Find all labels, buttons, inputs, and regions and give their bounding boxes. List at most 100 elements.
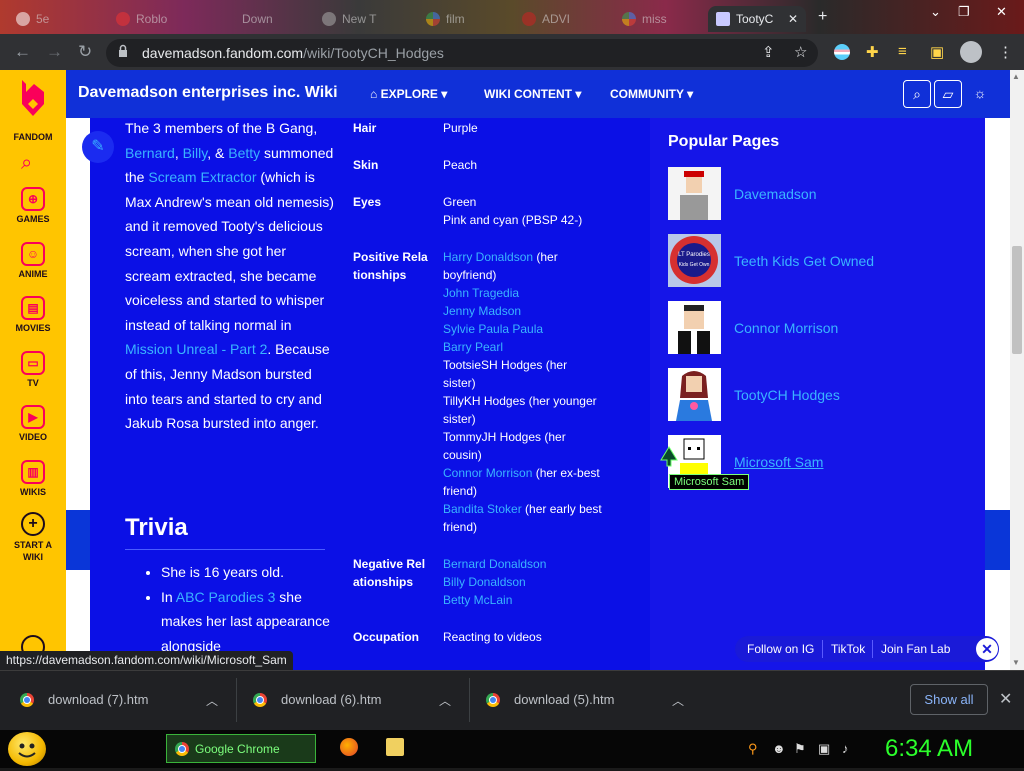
scroll-up-icon[interactable]: ▲ bbox=[1012, 72, 1020, 81]
close-downloads-icon[interactable]: ✕ bbox=[999, 689, 1012, 709]
browser-tab-active[interactable]: TootyC ✕ bbox=[708, 6, 806, 32]
scroll-down-icon[interactable]: ▼ bbox=[1012, 658, 1020, 667]
wiki-link[interactable]: Billy Donaldson bbox=[443, 575, 526, 589]
chevron-up-icon[interactable]: ︿ bbox=[206, 692, 218, 709]
chevron-up-icon[interactable]: ︿ bbox=[439, 692, 451, 709]
popular-page-link[interactable]: Davemadson bbox=[734, 186, 817, 202]
wiki-link[interactable]: Mission Unreal - Part 2 bbox=[125, 341, 267, 357]
close-bar-button[interactable]: ✕ bbox=[976, 638, 998, 660]
wiki-link[interactable]: Bernard Donaldson bbox=[443, 557, 546, 571]
popular-pages-title: Popular Pages bbox=[668, 133, 780, 150]
rail-item-start-a-wiki[interactable]: + START A WIKI bbox=[0, 512, 66, 563]
browser-tab[interactable]: Down bbox=[208, 6, 306, 32]
rail-item-wikis[interactable]: ▥ WIKIS bbox=[0, 460, 66, 497]
wiki-link[interactable]: John Tragedia bbox=[443, 286, 519, 300]
nav-wiki-content[interactable]: WIKI CONTENT ▾ bbox=[484, 87, 581, 101]
browser-tab[interactable]: New T bbox=[314, 6, 412, 32]
browser-tab[interactable]: miss bbox=[614, 6, 706, 32]
media-queue-icon[interactable]: ≡ bbox=[898, 43, 907, 60]
start-button[interactable] bbox=[8, 732, 46, 766]
forward-arrow-icon[interactable]: → bbox=[46, 42, 63, 62]
close-tab-icon[interactable]: ✕ bbox=[788, 12, 798, 26]
chevron-up-icon[interactable]: ︿ bbox=[672, 692, 684, 709]
scrollbar-thumb[interactable] bbox=[1012, 246, 1022, 354]
bookmark-star-icon[interactable]: ☆ bbox=[794, 43, 807, 61]
discussions-button[interactable]: ▱ bbox=[934, 80, 962, 108]
tiktok-link[interactable]: TikTok bbox=[831, 642, 865, 656]
download-item[interactable]: download (5).htm bbox=[486, 692, 614, 707]
wiki-link[interactable]: Harry Donaldson bbox=[443, 250, 533, 264]
tab-search-icon[interactable]: ⌄ bbox=[930, 4, 941, 20]
rail-item-tv[interactable]: ▭ TV bbox=[0, 351, 66, 388]
search-tray-icon[interactable]: ⚲ bbox=[748, 741, 758, 757]
tab-title: Roblo bbox=[136, 12, 168, 26]
nav-explore[interactable]: ⌂ EXPLORE ▾ bbox=[370, 87, 447, 101]
rail-label: ANIME bbox=[18, 269, 48, 279]
wiki-link[interactable]: Betty bbox=[228, 145, 260, 161]
file-explorer-icon[interactable] bbox=[386, 738, 404, 756]
browser-menu-icon[interactable]: ⋮ bbox=[998, 43, 1013, 61]
wiki-link[interactable]: ABC Parodies 3 bbox=[176, 589, 276, 605]
wiki-link[interactable]: Sylvie Paula Paula bbox=[443, 322, 543, 336]
list-item: In ABC Parodies 3 she makes her last app… bbox=[161, 585, 345, 659]
rail-item-anime[interactable]: ☺ ANIME bbox=[0, 242, 66, 279]
show-all-button[interactable]: Show all bbox=[910, 684, 988, 715]
restore-window-icon[interactable]: ❐ bbox=[958, 4, 970, 20]
reload-icon[interactable]: ↻ bbox=[78, 42, 92, 62]
popular-page-thumbnail[interactable] bbox=[668, 167, 721, 220]
taskbar-chrome-button[interactable]: Google Chrome bbox=[166, 734, 316, 763]
extension-puzzle-icon[interactable]: ✚ bbox=[866, 43, 879, 61]
popular-page-link[interactable]: Teeth Kids Get Owned bbox=[734, 253, 874, 269]
wiki-link[interactable]: Barry Pearl bbox=[443, 340, 503, 354]
action-center-flag-icon[interactable]: ⚑ bbox=[794, 741, 806, 757]
wiki-search-button[interactable]: ⌕ bbox=[903, 80, 931, 108]
lock-icon[interactable] bbox=[118, 44, 128, 58]
close-window-icon[interactable]: ✕ bbox=[996, 4, 1007, 20]
wiki-link[interactable]: Betty McLain bbox=[443, 593, 512, 607]
profile-avatar[interactable] bbox=[960, 41, 982, 63]
browser-tab[interactable]: ADVI bbox=[514, 6, 610, 32]
back-arrow-icon[interactable]: ← bbox=[14, 42, 31, 62]
wiki-link[interactable]: Connor Morrison bbox=[443, 466, 532, 480]
wiki-link[interactable]: Bernard bbox=[125, 145, 175, 161]
wiki-link[interactable]: Jenny Madson bbox=[443, 304, 521, 318]
wiki-link[interactable]: Bandita Stoker bbox=[443, 502, 522, 516]
page-scrollbar[interactable] bbox=[1010, 70, 1024, 670]
rail-item-games[interactable]: ⊕ GAMES bbox=[0, 187, 66, 224]
network-icon[interactable]: ▣ bbox=[818, 741, 830, 757]
popular-page-link[interactable]: Connor Morrison bbox=[734, 320, 838, 336]
search-icon[interactable]: ⌕ bbox=[21, 152, 32, 175]
join-fan-lab-link[interactable]: Join Fan Lab bbox=[881, 642, 950, 656]
fandom-logo-icon[interactable] bbox=[16, 78, 50, 118]
extension-flag-icon[interactable] bbox=[834, 44, 850, 60]
book-icon: ▥ bbox=[21, 460, 45, 484]
taskbar-clock[interactable]: 6:34 AM bbox=[885, 735, 973, 763]
popular-page-thumbnail[interactable]: LT Parodies Kids Get Own bbox=[668, 234, 721, 287]
browser-tab[interactable]: Roblo bbox=[108, 6, 200, 32]
follow-ig-link[interactable]: Follow on IG bbox=[747, 642, 814, 656]
side-panel-icon[interactable]: ▣ bbox=[930, 43, 944, 61]
popular-page-thumbnail[interactable] bbox=[668, 301, 721, 354]
popular-page-link[interactable]: Microsoft Sam bbox=[734, 454, 823, 470]
text-run: , & bbox=[207, 144, 229, 161]
nav-community[interactable]: COMMUNITY ▾ bbox=[610, 87, 693, 101]
wiki-link[interactable]: Billy bbox=[183, 145, 208, 161]
browser-tab[interactable]: film bbox=[418, 6, 506, 32]
browser-tab[interactable]: 5e bbox=[8, 6, 98, 32]
theme-toggle-button[interactable]: ☼ bbox=[966, 80, 994, 108]
heading-divider bbox=[125, 549, 325, 550]
tray-icon[interactable]: ☻ bbox=[772, 741, 786, 756]
wiki-title[interactable]: Davemadson enterprises inc. Wiki bbox=[78, 84, 338, 102]
new-tab-button[interactable]: + bbox=[818, 8, 827, 26]
rail-item-video[interactable]: ▶ VIDEO bbox=[0, 405, 66, 442]
download-item[interactable]: download (6).htm bbox=[253, 692, 381, 707]
popular-page-link[interactable]: TootyCH Hodges bbox=[734, 387, 840, 403]
edit-page-button[interactable]: ✎ bbox=[82, 131, 114, 163]
popular-page-thumbnail[interactable] bbox=[668, 368, 721, 421]
firefox-icon[interactable] bbox=[340, 738, 358, 756]
share-icon[interactable]: ⇪ bbox=[762, 43, 775, 61]
rail-item-movies[interactable]: ▤ MOVIES bbox=[0, 296, 66, 333]
wiki-link[interactable]: Scream Extractor bbox=[148, 169, 256, 185]
download-item[interactable]: download (7).htm bbox=[20, 692, 148, 707]
volume-icon[interactable]: ♪ bbox=[842, 741, 849, 756]
